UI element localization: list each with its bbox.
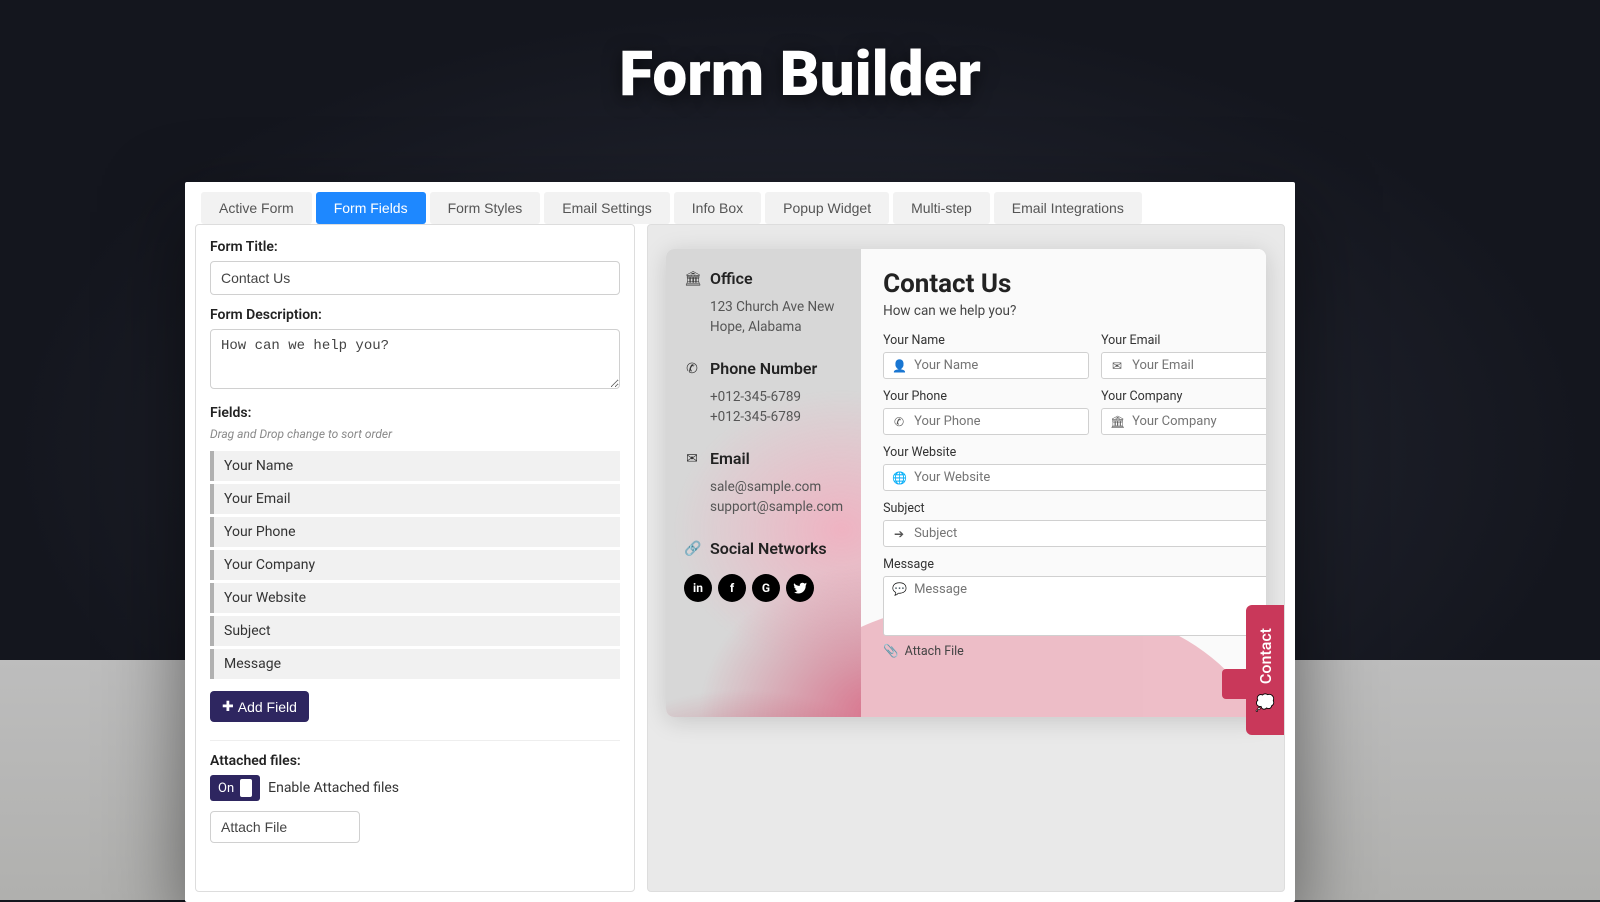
subject-label: Subject (883, 501, 1266, 516)
toggle-label: Enable Attached files (268, 780, 399, 796)
paperclip-icon: 📎 (883, 644, 899, 659)
tab-form-fields[interactable]: Form Fields (316, 192, 426, 224)
email-input[interactable] (1132, 358, 1266, 373)
message-input[interactable] (914, 582, 1266, 630)
attach-file-label: Attach File (905, 644, 964, 659)
field-item[interactable]: Your Name (210, 451, 620, 481)
phone-1: +012-345-6789 (684, 388, 843, 408)
website-input[interactable] (914, 470, 1266, 485)
tab-active-form[interactable]: Active Form (201, 192, 312, 224)
email-title: Email (710, 449, 750, 468)
name-label: Your Name (883, 333, 1089, 348)
tab-popup-widget[interactable]: Popup Widget (765, 192, 889, 224)
field-item[interactable]: Your Phone (210, 517, 620, 547)
form-desc-label: Form Description: (210, 307, 620, 323)
chat-bubble-icon: 💭 (1255, 693, 1275, 712)
form-title: Contact Us (883, 269, 1266, 299)
phone-icon: ✆ (684, 361, 700, 377)
company-input[interactable] (1132, 414, 1266, 429)
attach-file-link[interactable]: 📎 Attach File (883, 644, 1266, 659)
plus-icon: ✚ (222, 698, 234, 715)
email-label: Your Email (1101, 333, 1266, 348)
company-icon: 🏛 (1110, 415, 1124, 429)
form-desc-input[interactable] (210, 329, 620, 389)
link-icon: 🔗 (684, 541, 700, 557)
social-title: Social Networks (710, 539, 827, 558)
fields-hint: Drag and Drop change to sort order (210, 427, 620, 441)
arrow-icon: ➔ (892, 527, 906, 541)
tab-email-integrations[interactable]: Email Integrations (994, 192, 1142, 224)
field-item[interactable]: Your Email (210, 484, 620, 514)
preview-card: 🏛 Office 123 Church Ave New Hope, Alabam… (666, 249, 1266, 717)
page-heading: Form Builder (0, 38, 1600, 111)
field-item[interactable]: Message (210, 649, 620, 679)
attached-files-label: Attached files: (210, 753, 620, 769)
tab-email-settings[interactable]: Email Settings (544, 192, 669, 224)
email-1: sale@sample.com (684, 478, 843, 498)
user-icon: 👤 (892, 359, 906, 373)
email-2: support@sample.com (684, 498, 843, 518)
globe-icon: 🌐 (892, 471, 906, 485)
office-address: 123 Church Ave New Hope, Alabama (684, 298, 843, 337)
building-icon: 🏛 (684, 271, 700, 287)
toggle-knob (240, 779, 252, 797)
office-title: Office (710, 269, 753, 288)
facebook-icon[interactable]: f (718, 574, 746, 602)
toggle-state: On (218, 781, 234, 796)
contact-widget-label: Contact (1256, 628, 1275, 684)
phone-title: Phone Number (710, 359, 817, 378)
contact-widget-tab[interactable]: Contact 💭 (1246, 605, 1284, 735)
linkedin-icon[interactable]: in (684, 574, 712, 602)
attach-file-input[interactable] (210, 811, 360, 843)
google-icon[interactable]: G (752, 574, 780, 602)
add-field-label: Add Field (238, 699, 297, 715)
phone-label: Your Phone (883, 389, 1089, 404)
website-label: Your Website (883, 445, 1266, 460)
subject-input[interactable] (914, 526, 1266, 541)
phone-2: +012-345-6789 (684, 408, 843, 428)
twitter-icon[interactable] (786, 574, 814, 602)
field-item[interactable]: Your Website (210, 583, 620, 613)
handset-icon: ✆ (892, 415, 906, 429)
tab-multi-step[interactable]: Multi-step (893, 192, 990, 224)
field-item[interactable]: Subject (210, 616, 620, 646)
form-title-input[interactable] (210, 261, 620, 295)
name-input[interactable] (914, 358, 1080, 373)
company-label: Your Company (1101, 389, 1266, 404)
tab-info-box[interactable]: Info Box (674, 192, 761, 224)
form-title-label: Form Title: (210, 239, 620, 255)
form-subtitle: How can we help you? (883, 303, 1266, 319)
info-box: 🏛 Office 123 Church Ave New Hope, Alabam… (666, 249, 861, 717)
add-field-button[interactable]: ✚ Add Field (210, 691, 309, 722)
message-label: Message (883, 557, 1266, 572)
fields-list: Your Name Your Email Your Phone Your Com… (210, 451, 620, 679)
attached-toggle[interactable]: On (210, 775, 260, 801)
tabs-bar: Active Form Form Fields Form Styles Emai… (185, 182, 1295, 224)
tab-form-styles[interactable]: Form Styles (430, 192, 541, 224)
field-item[interactable]: Your Company (210, 550, 620, 580)
envelope-icon: ✉ (1110, 359, 1124, 373)
mail-icon: ✉ (684, 451, 700, 467)
app-window: Active Form Form Fields Form Styles Emai… (185, 182, 1295, 902)
preview-form: Contact Us How can we help you? Your Nam… (861, 249, 1266, 717)
preview-panel: 🏛 Office 123 Church Ave New Hope, Alabam… (647, 224, 1285, 892)
chat-icon: 💬 (892, 582, 906, 596)
settings-panel: Form Title: Form Description: Fields: Dr… (195, 224, 635, 892)
fields-label: Fields: (210, 405, 620, 421)
phone-input[interactable] (914, 414, 1080, 429)
